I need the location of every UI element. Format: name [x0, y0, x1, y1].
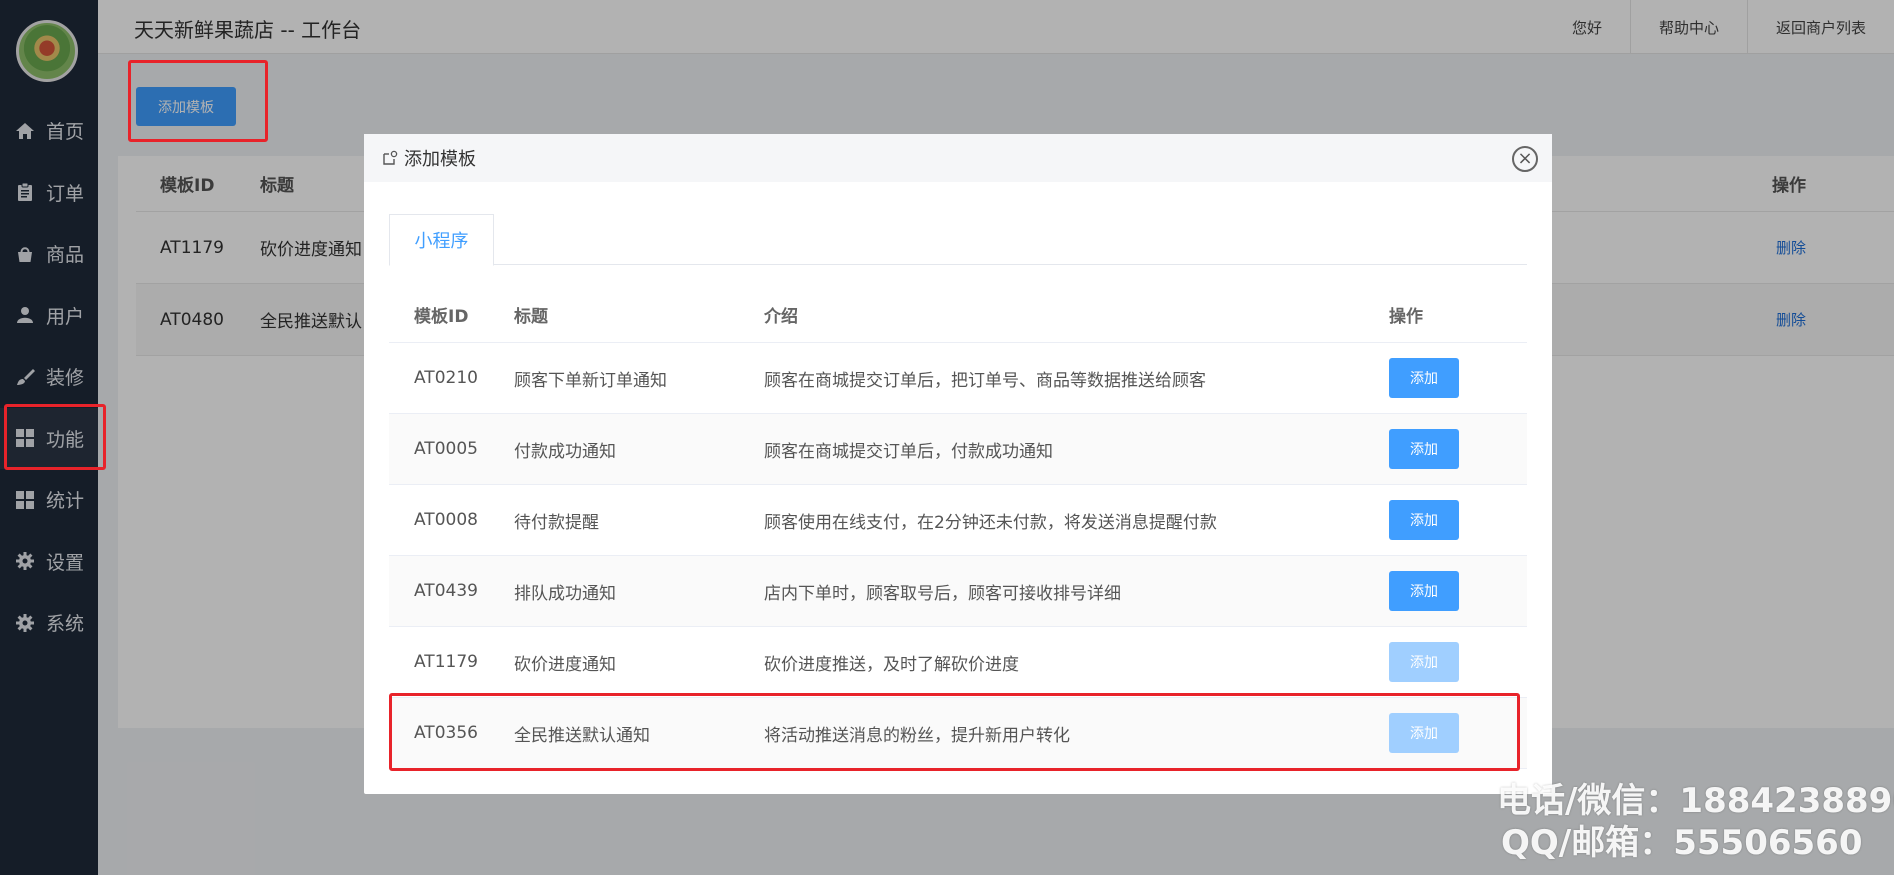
watermark-qq: QQ/邮箱：55506560 [1501, 823, 1863, 863]
dialog-tabs: 小程序 [389, 214, 1527, 266]
table-row: AT0008 待付款提醒 顾客使用在线支付，在2分钟还未付款，将发送消息提醒付款… [389, 485, 1527, 556]
template-description: 砍价进度推送，及时了解砍价进度 [764, 654, 1019, 675]
add-button[interactable]: 添加 [1389, 571, 1459, 611]
close-icon[interactable]: × [1512, 146, 1538, 172]
add-button[interactable]: 添加 [1389, 500, 1459, 540]
template-title: 待付款提醒 [514, 512, 599, 533]
template-title: 全民推送默认通知 [514, 725, 650, 746]
template-description: 顾客使用在线支付，在2分钟还未付款，将发送消息提醒付款 [764, 512, 1217, 533]
template-id: AT0005 [414, 439, 478, 459]
dialog-title: 添加模板 [404, 149, 476, 170]
template-description: 店内下单时，顾客取号后，顾客可接收排号详细 [764, 583, 1121, 604]
add-template-dialog: 添加模板 × 小程序 模板ID 标题 介绍 操作 AT0210 顾客下单新订单通… [364, 134, 1552, 794]
template-id: AT1179 [414, 652, 478, 672]
template-id: AT0356 [414, 723, 478, 743]
table-row: AT0356 全民推送默认通知 将活动推送消息的粉丝，提升新用户转化 添加 [389, 698, 1527, 769]
template-description: 顾客在商城提交订单后，把订单号、商品等数据推送给顾客 [764, 370, 1206, 391]
action-cell: 添加 [1389, 698, 1459, 768]
table-row: AT0005 付款成功通知 顾客在商城提交订单后，付款成功通知 添加 [389, 414, 1527, 485]
template-title: 付款成功通知 [514, 441, 616, 462]
table-header-row: 模板ID 标题 介绍 操作 [389, 286, 1527, 343]
col-header-description: 介绍 [764, 306, 798, 327]
template-title: 排队成功通知 [514, 583, 616, 604]
table-row: AT1179 砍价进度通知 砍价进度推送，及时了解砍价进度 添加 [389, 627, 1527, 698]
col-header-id: 模板ID [414, 306, 469, 327]
col-header-title: 标题 [514, 306, 548, 327]
template-title: 砍价进度通知 [514, 654, 616, 675]
contact-watermark: 电话/微信：18842388900 QQ/邮箱：55506560 [1497, 780, 1894, 864]
template-options-table: 模板ID 标题 介绍 操作 AT0210 顾客下单新订单通知 顾客在商城提交订单… [389, 286, 1527, 769]
tab-mini-program[interactable]: 小程序 [389, 214, 494, 266]
add-button[interactable]: 添加 [1389, 429, 1459, 469]
template-title: 顾客下单新订单通知 [514, 370, 667, 391]
add-button-disabled: 添加 [1389, 642, 1459, 682]
add-button-disabled: 添加 [1389, 713, 1459, 753]
template-description: 将活动推送消息的粉丝，提升新用户转化 [764, 725, 1070, 746]
add-button[interactable]: 添加 [1389, 358, 1459, 398]
action-cell: 添加 [1389, 414, 1459, 484]
template-id: AT0210 [414, 368, 478, 388]
dialog-edit-icon [382, 150, 398, 166]
watermark-phone: 电话/微信：18842388900 [1497, 781, 1894, 821]
action-cell: 添加 [1389, 485, 1459, 555]
template-description: 顾客在商城提交订单后，付款成功通知 [764, 441, 1053, 462]
dialog-header: 添加模板 × [364, 134, 1552, 182]
action-cell: 添加 [1389, 343, 1459, 413]
col-header-action: 操作 [1389, 306, 1423, 327]
template-id: AT0439 [414, 581, 478, 601]
template-id: AT0008 [414, 510, 478, 530]
table-row: AT0439 排队成功通知 店内下单时，顾客取号后，顾客可接收排号详细 添加 [389, 556, 1527, 627]
action-cell: 添加 [1389, 627, 1459, 697]
action-cell: 添加 [1389, 556, 1459, 626]
table-row: AT0210 顾客下单新订单通知 顾客在商城提交订单后，把订单号、商品等数据推送… [389, 343, 1527, 414]
